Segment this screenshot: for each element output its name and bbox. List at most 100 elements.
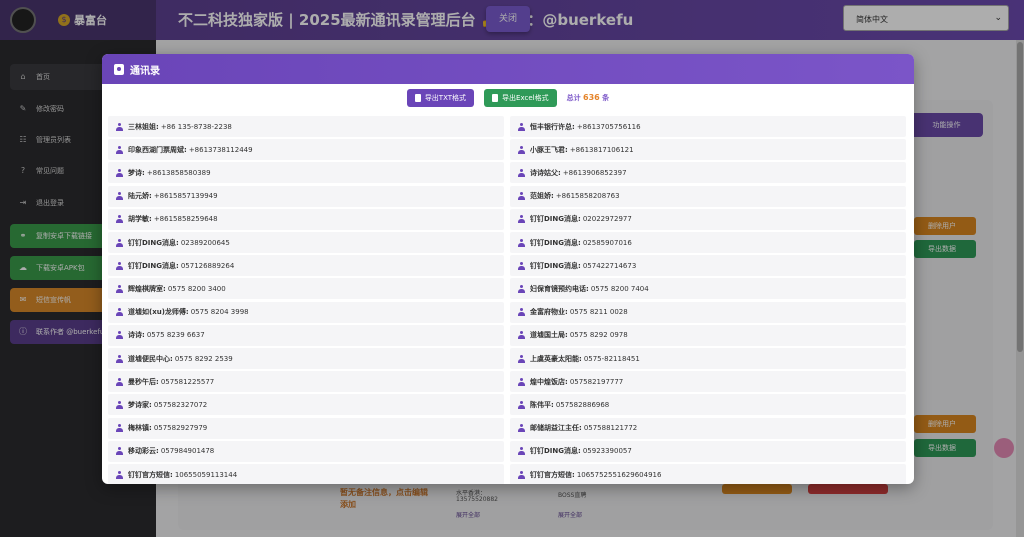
contact-phone: 0575 8200 3400 xyxy=(167,284,226,293)
person-icon xyxy=(518,238,525,247)
person-icon xyxy=(116,168,123,177)
contact-item[interactable]: 梦诗: +8613858580389 xyxy=(108,162,504,184)
contact-item[interactable]: 诗诗: 0575 8239 6637 xyxy=(108,324,504,346)
contact-item[interactable]: 梦诗家: 057582327072 xyxy=(108,394,504,416)
contact-item[interactable]: 煌中煌饭店: 057582197777 xyxy=(510,371,906,393)
export-excel-button[interactable]: 导出Excel格式 xyxy=(484,89,557,107)
contact-phone: 057582197777 xyxy=(569,377,624,386)
contact-item[interactable]: 小豚王飞君: +8613817106121 xyxy=(510,139,906,161)
person-icon xyxy=(518,424,525,433)
contact-name: 诗诗姑父: xyxy=(530,168,561,177)
contact-phone: 0575 8200 7404 xyxy=(590,284,649,293)
person-icon xyxy=(116,400,123,409)
total-prefix: 总计 xyxy=(566,94,581,102)
contact-phone: +8613738112449 xyxy=(188,145,253,154)
person-icon xyxy=(518,215,525,224)
contact-item[interactable]: 妇保育镜预约电话: 0575 8200 7404 xyxy=(510,278,906,300)
person-icon xyxy=(116,447,123,456)
contact-phone: +8615858208763 xyxy=(555,192,620,201)
contact-item[interactable]: 道墟国土局: 0575 8292 0978 xyxy=(510,324,906,346)
person-icon xyxy=(116,354,123,363)
person-icon xyxy=(116,192,123,201)
contact-item[interactable]: 胡学敏: +8615858259648 xyxy=(108,208,504,230)
person-icon xyxy=(116,470,123,479)
contact-item[interactable]: 钉钉官方短信: 1065752551629604916 xyxy=(510,464,906,484)
contact-name: 印象西湖门票周斌: xyxy=(128,145,187,154)
person-icon xyxy=(518,331,525,340)
person-icon xyxy=(518,284,525,293)
contact-name: 上虞英豪太阳能: xyxy=(530,354,582,363)
contact-item[interactable]: 钉钉DING消息: 057422714673 xyxy=(510,255,906,277)
contact-item[interactable]: 钉钉DING消息: 02389200645 xyxy=(108,232,504,253)
contact-name: 钉钉DING消息: xyxy=(530,261,581,270)
contact-item[interactable]: 梅林镇: 057582927979 xyxy=(108,417,504,439)
contact-item[interactable]: 钉钉官方短信: 10655059113144 xyxy=(108,464,504,484)
contact-item[interactable]: 道墟便民中心: 0575 8292 2539 xyxy=(108,348,504,369)
modal-title: 通讯录 xyxy=(130,65,160,77)
modal-toolbar: 导出TXT格式 导出Excel格式 总计 636 条 xyxy=(102,84,914,112)
contact-item[interactable]: 曼秒午后: 057581225577 xyxy=(108,371,504,393)
contact-item[interactable]: 恒丰银行许总: +8613705756116 xyxy=(510,116,906,137)
file-icon xyxy=(492,94,499,102)
person-icon xyxy=(518,192,525,201)
contact-item[interactable]: 三林姐姐: +86 135-8738-2238 xyxy=(108,116,504,137)
contact-phone: 0575 8292 2539 xyxy=(174,354,233,363)
contact-phone: 05923390057 xyxy=(582,447,632,456)
contact-item[interactable]: 上虞英豪太阳能: 0575-82118451 xyxy=(510,348,906,369)
total-number: 636 xyxy=(583,93,600,102)
person-icon xyxy=(116,145,123,154)
contact-name: 钉钉DING消息: xyxy=(530,447,581,456)
person-icon xyxy=(518,470,525,479)
contact-phone: 1065752551629604916 xyxy=(576,470,662,479)
contact-phone: 057984901478 xyxy=(160,447,215,456)
person-icon xyxy=(116,284,123,293)
person-icon xyxy=(518,122,525,131)
file-icon xyxy=(414,94,421,102)
contact-name: 恒丰银行许总: xyxy=(530,122,575,131)
contact-item[interactable]: 道墟如(xu)龙师傅: 0575 8204 3998 xyxy=(108,301,504,323)
person-icon xyxy=(116,424,123,433)
contact-phone: 02022972977 xyxy=(582,215,632,224)
contact-item[interactable]: 钉钉DING消息: 02022972977 xyxy=(510,208,906,230)
person-icon xyxy=(518,354,525,363)
modal-header: 通讯录 xyxy=(102,54,914,84)
contact-phone: 02585907016 xyxy=(582,238,632,247)
contact-name: 邮储胡益江主任: xyxy=(530,424,582,433)
contact-item[interactable]: 金富府物业: 0575 8211 0028 xyxy=(510,301,906,323)
contact-phone: +8613705756116 xyxy=(576,122,641,131)
contacts-modal: 通讯录 导出TXT格式 导出Excel格式 总计 636 条 三林姐姐: +86 … xyxy=(102,54,914,484)
contact-phone: 0575 8211 0028 xyxy=(569,308,628,317)
contact-phone: +8615858259648 xyxy=(153,215,218,224)
contact-phone: 0575-82118451 xyxy=(583,354,640,363)
contact-name: 陆元娇: xyxy=(128,192,152,201)
contact-item[interactable]: 移动彩云: 057984901478 xyxy=(108,440,504,462)
contact-name: 诗诗: xyxy=(128,331,145,340)
person-icon xyxy=(518,308,525,317)
contact-phone: 10655059113144 xyxy=(174,470,238,479)
total-suffix: 条 xyxy=(602,94,610,102)
total-count: 总计 636 条 xyxy=(567,93,610,103)
person-icon xyxy=(116,238,123,247)
contact-item[interactable]: 陆元娇: +8615857139949 xyxy=(108,185,504,207)
contact-name: 梅林镇: xyxy=(128,424,152,433)
button-label: 导出TXT格式 xyxy=(424,94,467,102)
contact-phone: +8613906852397 xyxy=(562,168,627,177)
contact-item[interactable]: 钉钉DING消息: 02585907016 xyxy=(510,232,906,253)
contact-phone: 02389200645 xyxy=(180,238,230,247)
contact-item[interactable]: 辉煌棋牌室: 0575 8200 3400 xyxy=(108,278,504,300)
person-icon xyxy=(518,261,525,270)
contact-item[interactable]: 印象西湖门票周斌: +8613738112449 xyxy=(108,139,504,161)
person-icon xyxy=(518,145,525,154)
export-txt-button[interactable]: 导出TXT格式 xyxy=(406,89,475,107)
contact-item[interactable]: 钉钉DING消息: 057126889264 xyxy=(108,255,504,277)
contact-item[interactable]: 邮储胡益江主任: 057588121772 xyxy=(510,417,906,439)
contact-item[interactable]: 钉钉DING消息: 05923390057 xyxy=(510,440,906,462)
contact-item[interactable]: 诗诗姑父: +8613906852397 xyxy=(510,162,906,184)
contact-item[interactable]: 范姐娇: +8615858208763 xyxy=(510,185,906,207)
contact-item[interactable]: 陈伟平: 057582886968 xyxy=(510,394,906,416)
contact-phone: 057422714673 xyxy=(582,261,637,270)
contact-name: 移动彩云: xyxy=(128,447,159,456)
contact-name: 妇保育镜预约电话: xyxy=(530,284,589,293)
contact-phone: 0575 8292 0978 xyxy=(569,331,628,340)
contact-phone: +86 135-8738-2238 xyxy=(160,122,232,131)
